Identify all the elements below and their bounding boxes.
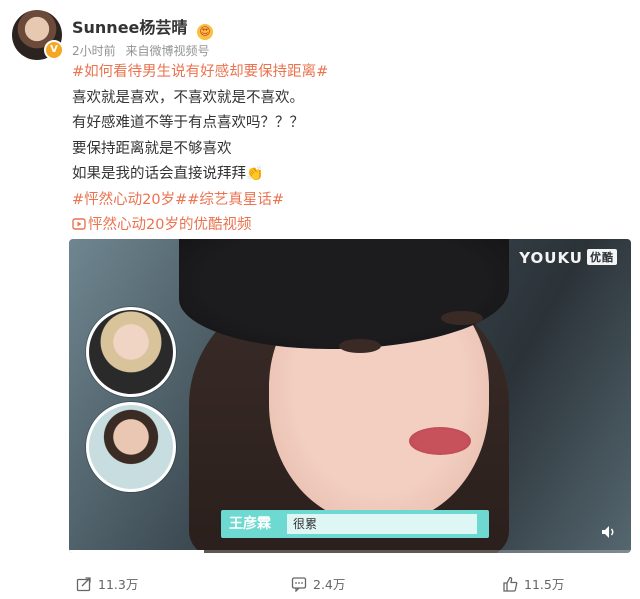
guest-avatar-1 (86, 307, 176, 397)
clap-icon: 👏 (246, 166, 264, 182)
thumbs-up-icon (503, 576, 518, 592)
comment-icon (291, 577, 307, 592)
video-progress[interactable] (69, 550, 631, 553)
guest-avatar-2 (86, 402, 176, 492)
share-icon (76, 577, 91, 592)
comment-button[interactable]: 2.4万 (291, 574, 345, 593)
author-name-row[interactable]: Sunnee杨芸晴 😍 (72, 14, 213, 40)
post-source[interactable]: 微博视频号 (149, 44, 209, 58)
post-content: #如何看待男生说有好感却要保持距离# 喜欢就是喜欢，不喜欢就是不喜欢。 有好感难… (72, 60, 622, 239)
author-name[interactable]: Sunnee杨芸晴 (72, 18, 187, 37)
subtitle-text: 很累 (287, 514, 477, 534)
volume-icon[interactable] (601, 525, 617, 543)
video-play-icon (72, 218, 86, 230)
youku-logo: YOUKU 优酷 (519, 249, 617, 267)
action-bar: 11.3万 2.4万 11.5万 (0, 566, 640, 599)
comment-count: 2.4万 (313, 577, 346, 592)
topic-links[interactable]: #怦然心动20岁##综艺真星话# (72, 188, 622, 214)
post-time[interactable]: 2小时前 (72, 44, 116, 58)
video-scene-lips (409, 427, 471, 455)
subtitle-speaker: 王彦霖 (229, 516, 271, 532)
like-count: 11.5万 (524, 577, 565, 592)
source-prefix: 来自 (125, 44, 150, 58)
video-scene-eye (339, 339, 381, 353)
post-text-line-last: 如果是我的话会直接说拜拜👏 (72, 162, 622, 188)
like-button[interactable]: 11.5万 (502, 574, 564, 593)
video-progress-fill (69, 550, 204, 553)
youku-brand: YOUKU (519, 249, 583, 267)
volume-icon-svg (602, 526, 614, 538)
share-button[interactable]: 11.3万 (76, 574, 138, 593)
post-meta: 2小时前 来自微博视频号 (72, 42, 216, 59)
post-text: 如果是我的话会直接说拜拜 (72, 166, 246, 182)
video-scene-eye (441, 311, 483, 325)
share-count: 11.3万 (98, 577, 139, 592)
post-text-line: 喜欢就是喜欢，不喜欢就是不喜欢。 (72, 89, 304, 106)
emoji-badge-icon: 😍 (196, 24, 213, 40)
post-text-line: 要保持距离就是不够喜欢 (72, 140, 232, 157)
author-avatar[interactable]: V (12, 10, 64, 60)
verified-badge: V (44, 40, 64, 60)
video-player[interactable]: YOUKU 优酷 王彦霖 很累 (69, 239, 631, 553)
video-source-link[interactable]: 怦然心动20岁的优酷视频 (72, 213, 622, 239)
topic-link[interactable]: #如何看待男生说有好感却要保持距离# (72, 60, 622, 86)
post-text-line: 有好感难道不等于有点喜欢吗？？？ (72, 115, 304, 131)
video-source-label: 怦然心动20岁的优酷视频 (88, 217, 252, 233)
youku-brand-cn: 优酷 (587, 249, 617, 265)
